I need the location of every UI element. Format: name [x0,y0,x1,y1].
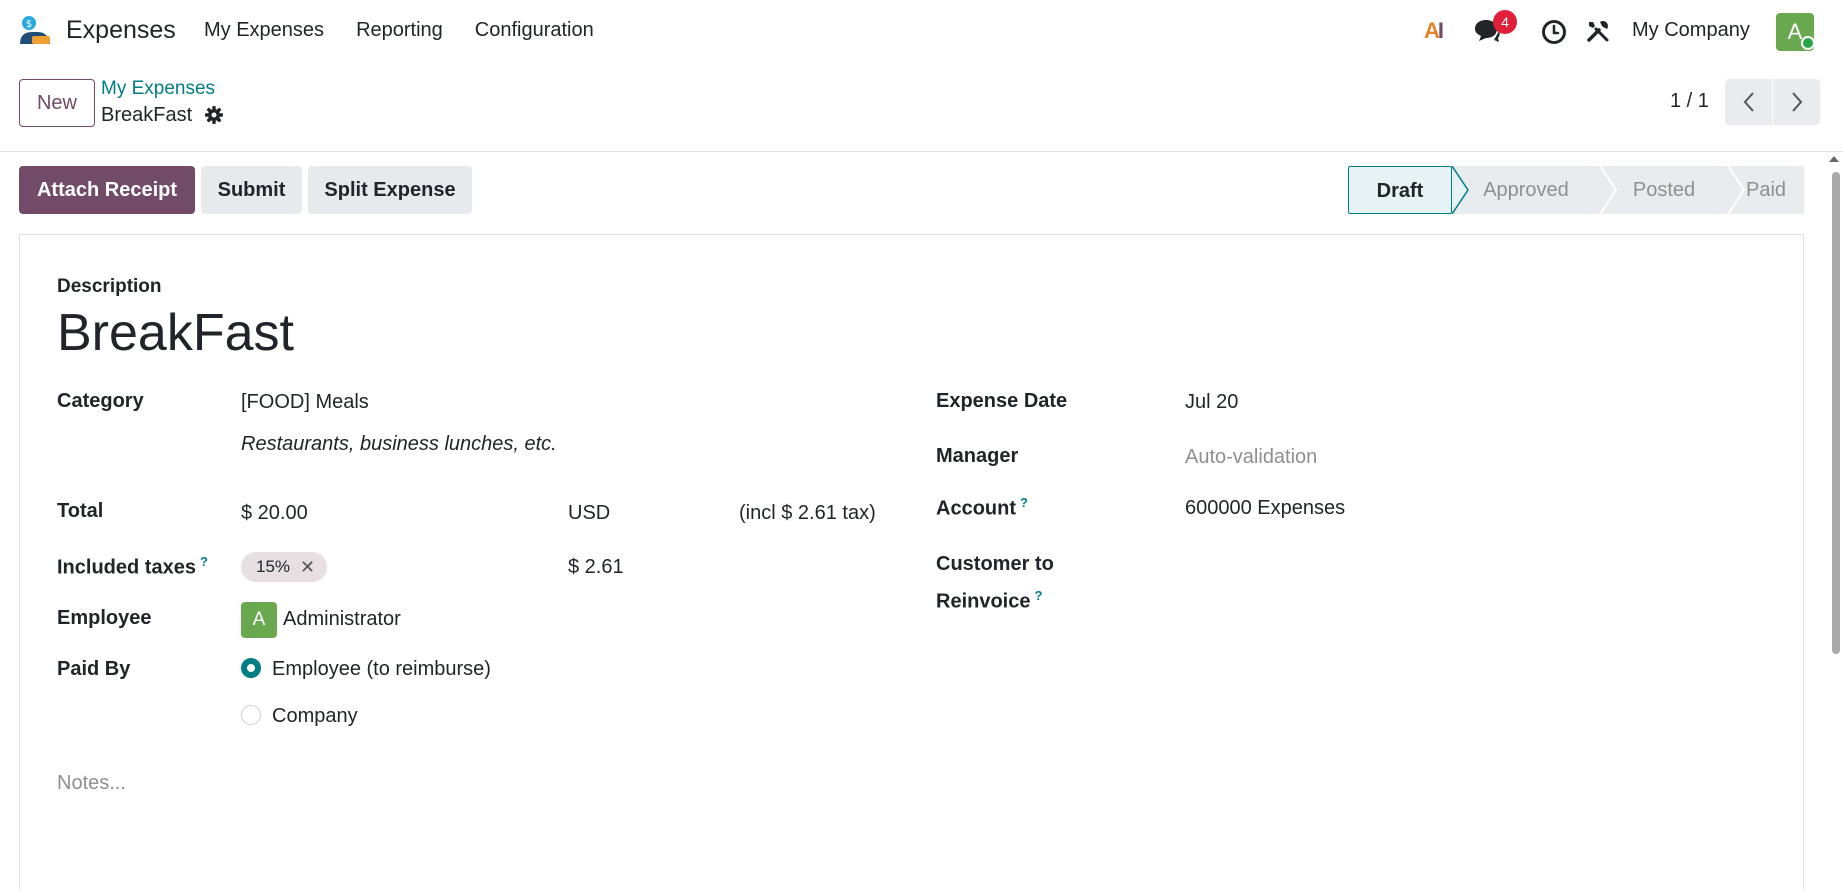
online-status-dot [1801,36,1815,50]
ai-icon-letter-a: A [1424,18,1440,43]
stage-draft: Draft [1348,166,1452,214]
paid-by-employee-label[interactable]: Employee (to reimburse) [272,658,491,681]
category-description: Restaurants, business lunches, etc. [241,433,557,455]
form-sheet: Description BreakFast Category [FOOD] Me… [19,234,1804,889]
submit-button[interactable]: Submit [201,166,302,214]
notes-field[interactable]: Notes... [57,772,126,795]
help-icon[interactable]: ? [1020,495,1028,510]
tax-included-note: (incl $ 2.61 tax) [739,502,876,524]
status-bar: Draft Approved Posted Paid [1348,166,1804,214]
scrollbar-thumb[interactable] [1832,172,1840,654]
paid-by-employee-radio[interactable] [241,658,261,678]
help-icon[interactable]: ? [1034,588,1042,603]
top-navbar: $ Expenses My Expenses Reporting Configu… [0,0,1843,62]
total-amount-field[interactable]: $ 20.00 [241,502,308,525]
menu-reporting[interactable]: Reporting [356,19,443,42]
customer-label-line-2: Reinvoice [936,590,1031,613]
paid-by-company-label[interactable]: Company [272,705,358,728]
customer-label-line-1: Customer to [936,553,1054,575]
clock-icon[interactable] [1541,19,1567,45]
remove-tag-icon[interactable]: ✕ [300,552,315,582]
tax-tag[interactable]: 15% ✕ [241,552,328,582]
attach-receipt-button[interactable]: Attach Receipt [19,166,195,214]
split-expense-button[interactable]: Split Expense [308,166,472,214]
employee-label: Employee [57,607,152,629]
chevron-right-icon [1791,92,1802,112]
included-taxes-label-text: Included taxes [57,556,196,579]
manager-field[interactable]: Auto-validation [1185,446,1317,469]
expense-date-label: Expense Date [936,390,1068,412]
menu-my-expenses[interactable]: My Expenses [204,19,324,42]
breadcrumb-current: BreakFast [101,104,193,126]
pager-next-button[interactable] [1773,79,1820,125]
account-field[interactable]: 600000 Expenses [1185,497,1345,520]
description-label: Description [57,276,162,297]
ai-icon-letter-i: I [1437,18,1444,43]
tax-tag-label: 15% [256,557,291,576]
chat-badge: 4 [1493,10,1517,34]
category-field[interactable]: [FOOD] Meals [241,391,369,414]
paid-by-company-radio[interactable] [241,705,261,725]
gear-icon[interactable] [204,105,224,125]
paid-by-label: Paid By [57,658,131,680]
tax-amount: $ 2.61 [568,556,624,578]
pager-value[interactable]: 1 / 1 [1670,90,1709,113]
new-button[interactable]: New [19,79,95,127]
pager-previous-button[interactable] [1725,79,1772,125]
ai-icon[interactable]: AI [1424,18,1444,44]
stage-paid[interactable]: Paid [1728,166,1804,214]
expenses-logo-icon[interactable]: $ [18,14,52,48]
tools-icon[interactable] [1586,19,1610,43]
customer-to-reinvoice-field[interactable] [1185,549,1665,583]
description-input[interactable]: BreakFast [57,303,294,363]
chevron-left-icon [1743,92,1754,112]
stage-posted[interactable]: Posted [1600,166,1728,214]
manager-label: Manager [936,445,1019,467]
main-menu: My Expenses Reporting Configuration [204,19,594,42]
svg-text:$: $ [26,19,32,30]
customer-to-reinvoice-label: Customer to Reinvoice? [936,549,1054,618]
scroll-up-arrow-icon[interactable] [1829,156,1839,162]
breadcrumb-my-expenses[interactable]: My Expenses [101,78,215,100]
account-label-text: Account [936,497,1016,520]
app-name[interactable]: Expenses [66,16,176,45]
employee-avatar: A [241,602,277,638]
menu-configuration[interactable]: Configuration [475,19,594,42]
stage-approved[interactable]: Approved [1452,166,1600,214]
help-icon[interactable]: ? [200,554,208,569]
total-label: Total [57,500,104,522]
account-label: Account? [936,495,1028,521]
currency-field[interactable]: USD [568,502,610,525]
category-label: Category [57,390,144,412]
expense-date-field[interactable]: Jul 20 [1185,391,1238,414]
control-panel: New My Expenses BreakFast 1 / 1 [0,62,1843,152]
included-taxes-label: Included taxes? [57,554,208,580]
company-switcher[interactable]: My Company [1632,19,1750,42]
employee-field[interactable]: Administrator [283,608,401,631]
